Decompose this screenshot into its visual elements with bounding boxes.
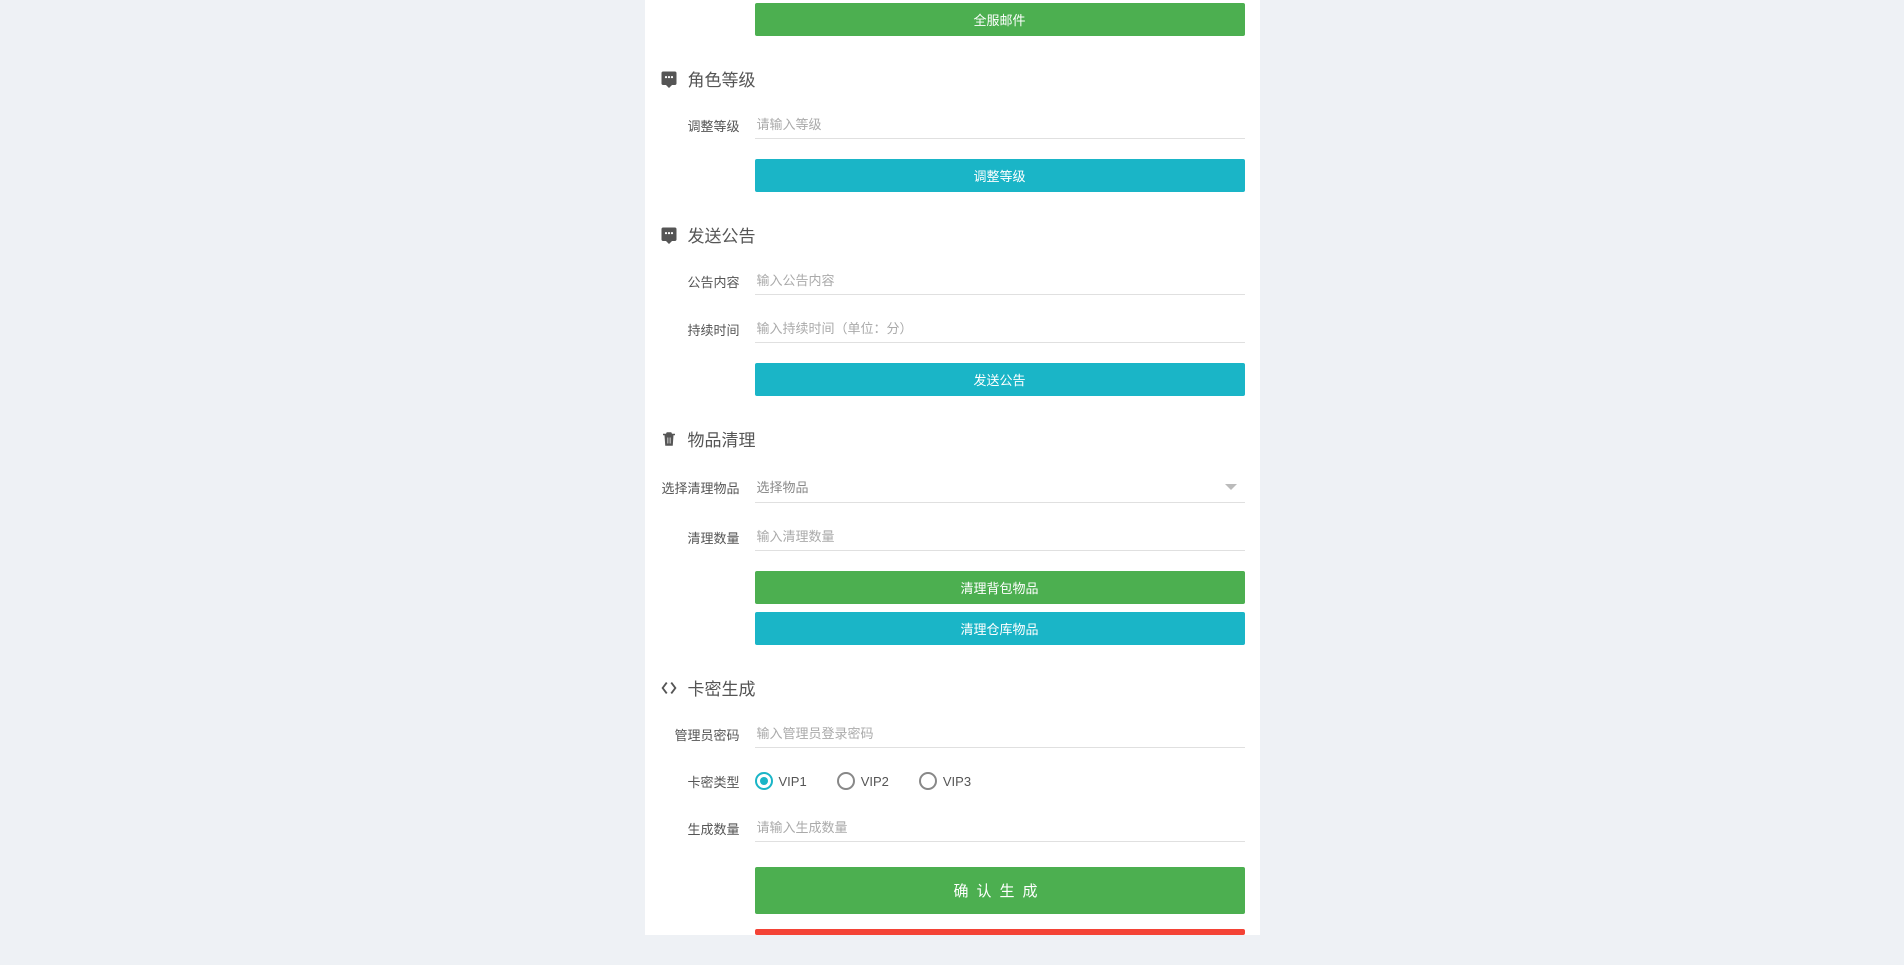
cleanup-bag-button[interactable]: 清理背包物品 [755,571,1245,604]
comment-icon [660,226,678,244]
section-header-cleanup: 物品清理 [660,426,1245,451]
cleanup-bag-row: 清理背包物品 [660,571,1245,604]
main-panel: 全服邮件 角色等级 调整等级 调整等级 发送公告 公告内容 [645,0,1260,935]
announce-duration-row: 持续时间 [660,315,1245,343]
announce-content-label: 公告内容 [660,272,755,291]
level-label: 调整等级 [660,116,755,135]
all-server-mail-button[interactable]: 全服邮件 [755,3,1245,36]
level-input[interactable] [755,111,1245,139]
cleanup-item-select[interactable]: 选择物品 [755,471,1245,503]
chevron-down-icon [1225,484,1237,490]
level-field-row: 调整等级 [660,111,1245,139]
cleanup-qty-row: 清理数量 [660,523,1245,551]
radio-label: VIP1 [779,774,807,789]
section-header-role-level: 角色等级 [660,66,1245,91]
cleanup-warehouse-row: 清理仓库物品 [660,612,1245,645]
admin-password-input[interactable] [755,720,1245,748]
cardkey-qty-label: 生成数量 [660,819,755,838]
cleanup-select-label: 选择清理物品 [660,478,755,497]
section-title: 卡密生成 [688,675,756,700]
section-role-level: 角色等级 调整等级 调整等级 [660,66,1245,192]
cardkey-red-row [660,929,1245,935]
radio-label: VIP2 [861,774,889,789]
radio-vip3[interactable]: VIP3 [919,772,971,790]
adjust-level-button[interactable]: 调整等级 [755,159,1245,192]
announce-content-row: 公告内容 [660,267,1245,295]
cardkey-type-label: 卡密类型 [660,772,755,791]
radio-icon [837,772,855,790]
section-cardkey: 卡密生成 管理员密码 卡密类型 VIP1 VIP2 [660,675,1245,935]
cardkey-pwd-label: 管理员密码 [660,725,755,744]
section-header-announce: 发送公告 [660,222,1245,247]
section-title: 物品清理 [688,426,756,451]
section-announce: 发送公告 公告内容 持续时间 发送公告 [660,222,1245,396]
send-announce-button[interactable]: 发送公告 [755,363,1245,396]
top-button-row: 全服邮件 [660,3,1245,36]
cardkey-secondary-button[interactable] [755,929,1245,935]
cardkey-type-row: 卡密类型 VIP1 VIP2 VIP3 [660,768,1245,794]
cleanup-warehouse-button[interactable]: 清理仓库物品 [755,612,1245,645]
cleanup-select-row: 选择清理物品 选择物品 [660,471,1245,503]
section-title: 发送公告 [688,222,756,247]
code-icon [660,679,678,697]
radio-vip1[interactable]: VIP1 [755,772,807,790]
cardkey-qty-row: 生成数量 [660,814,1245,842]
radio-icon [919,772,937,790]
announce-button-row: 发送公告 [660,363,1245,396]
cardkey-pwd-row: 管理员密码 [660,720,1245,748]
comment-icon [660,70,678,88]
section-title: 角色等级 [688,66,756,91]
section-header-cardkey: 卡密生成 [660,675,1245,700]
announce-duration-input[interactable] [755,315,1245,343]
cleanup-qty-input[interactable] [755,523,1245,551]
cleanup-qty-label: 清理数量 [660,528,755,547]
confirm-generate-button[interactable]: 确认生成 [755,867,1245,914]
trash-icon [660,430,678,448]
cardkey-type-radio-group: VIP1 VIP2 VIP3 [755,768,1245,794]
announce-content-input[interactable] [755,267,1245,295]
cardkey-confirm-row: 确认生成 [660,867,1245,914]
announce-duration-label: 持续时间 [660,320,755,339]
level-button-row: 调整等级 [660,159,1245,192]
cardkey-qty-input[interactable] [755,814,1245,842]
radio-icon [755,772,773,790]
radio-label: VIP3 [943,774,971,789]
section-cleanup: 物品清理 选择清理物品 选择物品 清理数量 清理背包物品 清理仓库物品 [660,426,1245,645]
radio-vip2[interactable]: VIP2 [837,772,889,790]
